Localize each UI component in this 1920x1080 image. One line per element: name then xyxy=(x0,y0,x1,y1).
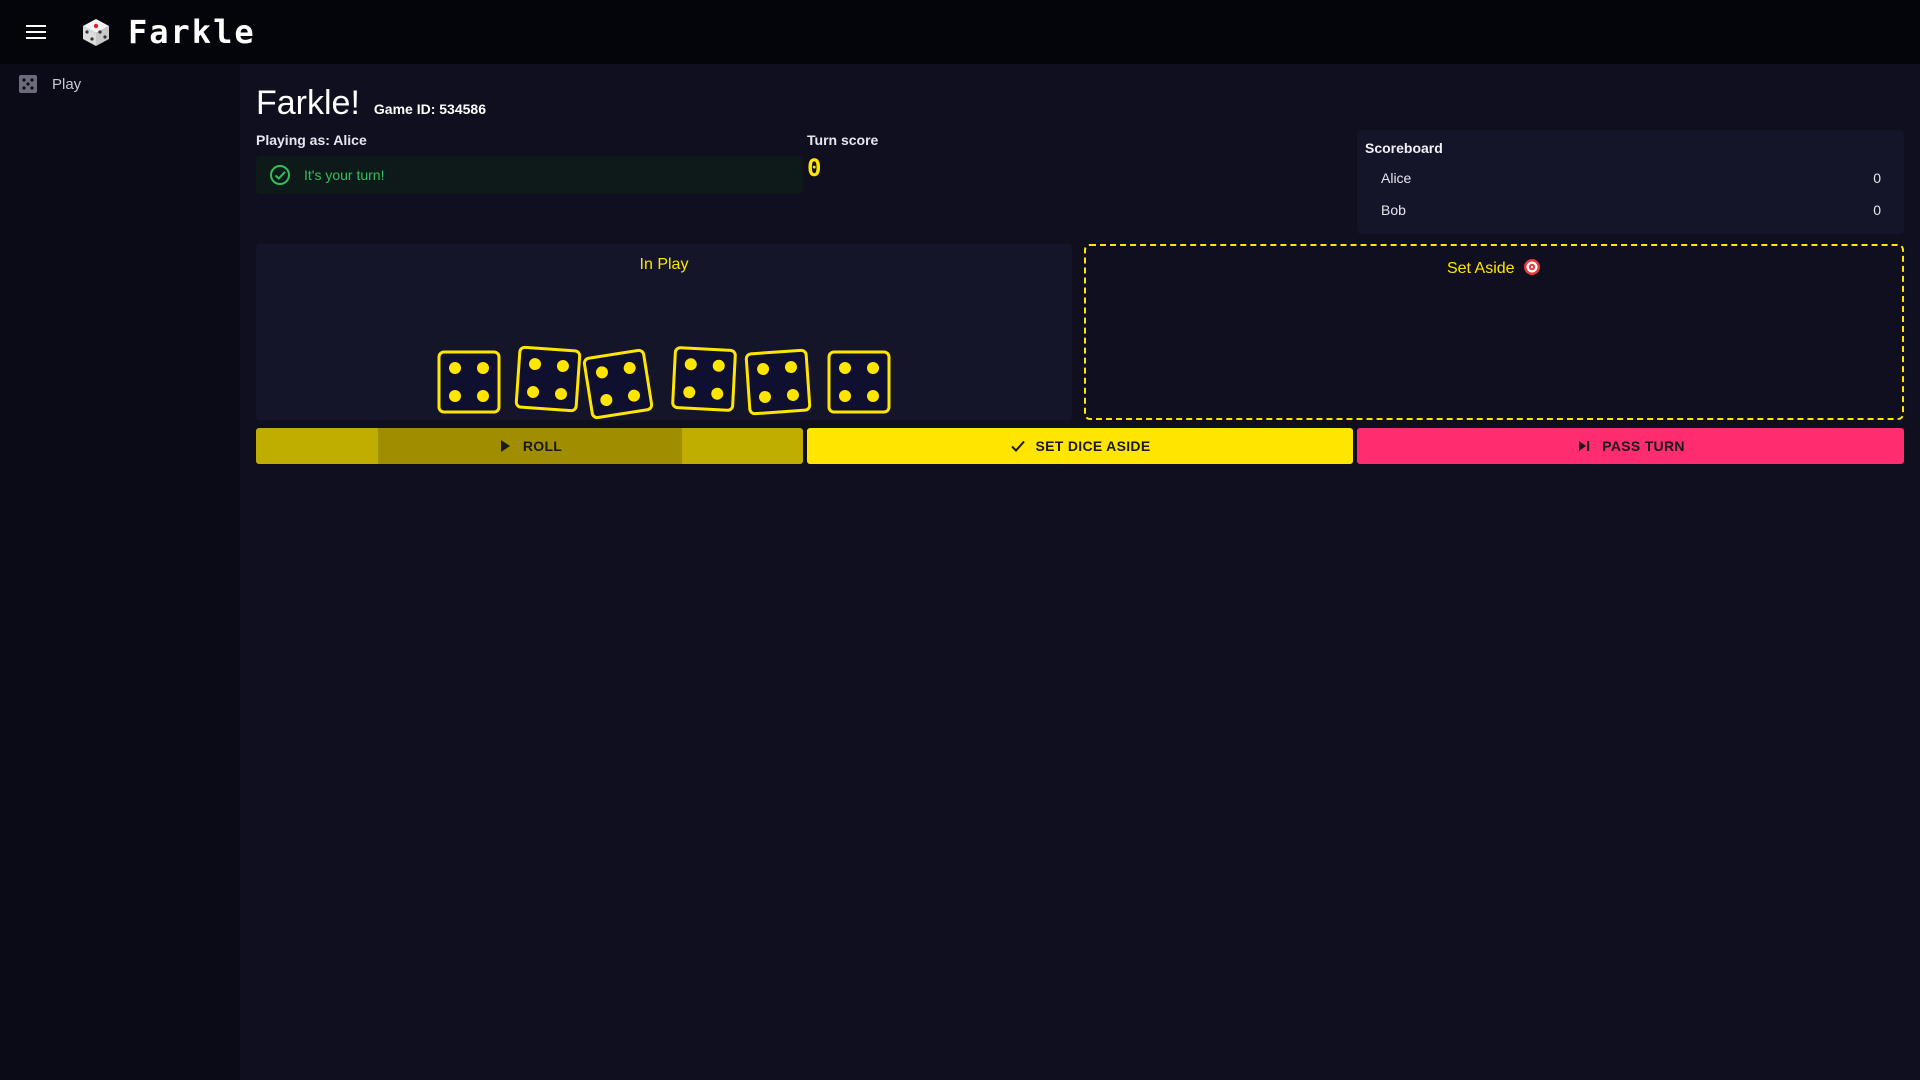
dice-area xyxy=(256,244,1072,420)
page-title: Farkle! xyxy=(256,84,360,122)
set-aside-panel[interactable]: Set Aside xyxy=(1084,244,1904,420)
check-circle-icon xyxy=(270,165,290,185)
die-pip xyxy=(449,362,461,374)
game-id: Game ID: 534586 xyxy=(373,101,486,117)
die-6[interactable] xyxy=(827,350,891,414)
check-icon xyxy=(1010,440,1025,452)
playing-as-label: Playing as: xyxy=(256,132,334,148)
app-bar: Farkle xyxy=(0,0,1920,64)
die-3[interactable] xyxy=(581,347,654,420)
scoreboard-row: Alice 0 xyxy=(1381,170,1881,190)
die-pip xyxy=(477,362,489,374)
die-pip xyxy=(839,362,851,374)
sidebar-item-play[interactable]: Play xyxy=(0,64,240,104)
turn-score-value: 0 xyxy=(807,154,822,182)
scoreboard-player-score: 0 xyxy=(1873,202,1881,218)
pass-turn-label: PASS TURN xyxy=(1602,438,1685,454)
die-pip xyxy=(477,390,489,402)
dice-logo-icon xyxy=(83,19,109,46)
skip-next-icon xyxy=(1579,441,1590,451)
set-dice-aside-button[interactable]: SET DICE ASIDE xyxy=(807,428,1353,464)
die-2[interactable] xyxy=(514,345,582,413)
set-aside-title: Set Aside xyxy=(1446,260,1515,277)
turn-status-alert: It's your turn! xyxy=(256,156,803,194)
pass-turn-button[interactable]: PASS TURN xyxy=(1357,428,1904,464)
die-pip xyxy=(449,390,461,402)
scoreboard-row: Bob 0 xyxy=(1381,202,1881,222)
roll-button-label: ROLL xyxy=(522,438,563,454)
roll-button-content: ROLL xyxy=(497,438,562,454)
scoreboard: Scoreboard Alice 0 Bob 0 xyxy=(1357,130,1904,234)
dice-grid-icon xyxy=(19,75,37,93)
page-heading: Farkle! Game ID: 534586 xyxy=(256,84,486,123)
die-pip xyxy=(867,362,879,374)
sidebar: Play xyxy=(0,64,240,1080)
scoreboard-title: Scoreboard xyxy=(1365,140,1443,156)
player-name: Alice xyxy=(333,132,367,148)
die-4[interactable] xyxy=(670,345,737,412)
roll-button[interactable]: ROLL xyxy=(256,428,803,464)
target-icon xyxy=(1524,259,1541,275)
status-message: It's your turn! xyxy=(304,167,385,183)
scoreboard-player-score: 0 xyxy=(1873,170,1881,186)
menu-icon[interactable] xyxy=(16,12,56,52)
play-icon xyxy=(500,440,510,452)
die-pip xyxy=(839,390,851,402)
set-dice-aside-label: SET DICE ASIDE xyxy=(1035,438,1151,454)
in-play-panel: In Play xyxy=(256,244,1072,420)
die-5[interactable] xyxy=(744,348,812,416)
sidebar-item-label: Play xyxy=(52,75,82,93)
scoreboard-player-name: Alice xyxy=(1381,170,1412,186)
scoreboard-player-name: Bob xyxy=(1381,202,1406,218)
die-1[interactable] xyxy=(437,350,501,414)
app-title: Farkle xyxy=(128,13,256,51)
set-aside-header: Set Aside xyxy=(1086,258,1902,278)
playing-as: Playing as: Alice xyxy=(256,132,367,148)
turn-score-label: Turn score xyxy=(807,132,879,148)
die-pip xyxy=(867,390,879,402)
game-main: Farkle! Game ID: 534586 Playing as: Alic… xyxy=(256,64,1904,1080)
